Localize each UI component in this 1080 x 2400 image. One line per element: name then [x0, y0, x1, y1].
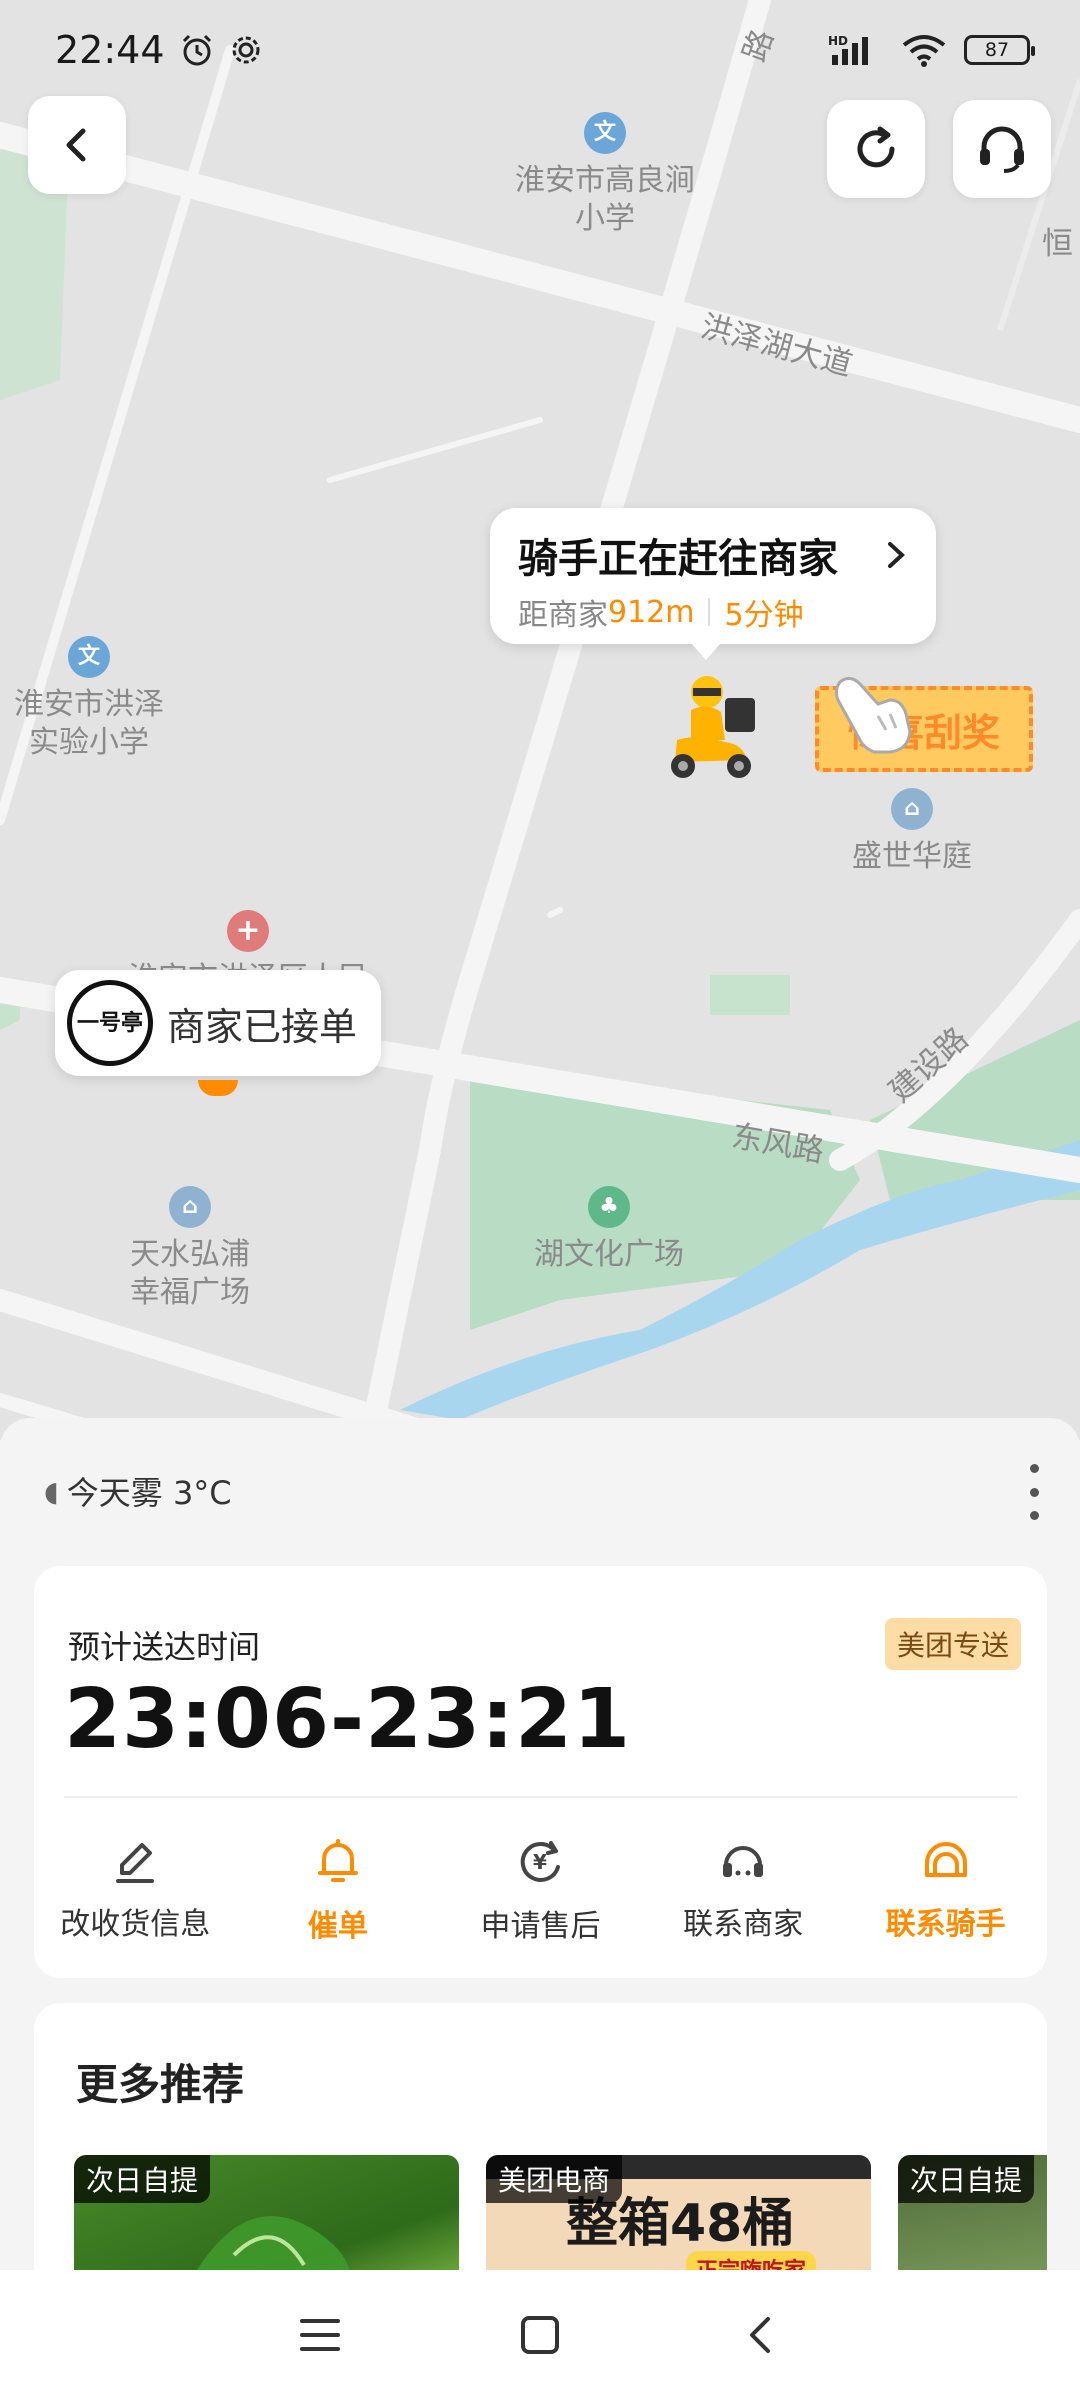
park-icon: ♣: [588, 1186, 630, 1228]
after-sales-button[interactable]: ¥ 申请售后: [439, 1821, 642, 1961]
rider-scooter-icon[interactable]: [655, 670, 765, 794]
recommend-tag: 次日自提: [898, 2155, 1035, 2203]
delivery-map[interactable]: 文 淮安市高良涧 小学 文 淮安市洪泽 实验小学 ⌂ 盛世华庭 + 淮安市洪泽区…: [0, 0, 1080, 1440]
edit-address-button[interactable]: 改收货信息: [34, 1821, 237, 1961]
chevron-left-icon: [66, 128, 86, 162]
rider-helmet-icon: [924, 1842, 967, 1877]
weather-info: ◖ 今天雾 3°C: [44, 1468, 232, 1514]
delivery-card: 预计送达时间 23:06-23:21 美团专送 改收货信息 催单 ¥ 申请售后 …: [34, 1566, 1047, 1978]
customer-service-button[interactable]: [953, 100, 1051, 198]
edit-address-label: 改收货信息: [60, 1907, 211, 1942]
poi-shengshi-huating[interactable]: ⌂ 盛世华庭: [852, 788, 972, 876]
battery-icon: 87: [964, 35, 1035, 65]
poi-school-hongze[interactable]: 文 淮安市洪泽 实验小学: [14, 636, 164, 762]
back-button[interactable]: [28, 96, 126, 194]
refresh-icon: [857, 126, 895, 168]
poi-lake-culture-plaza[interactable]: ♣ 湖文化广场: [534, 1186, 684, 1274]
eta-minutes: 5分钟: [724, 598, 804, 633]
status-time: 22:44: [55, 28, 165, 72]
pointing-hand-icon: [830, 670, 920, 760]
recommend-tag: 次日自提: [74, 2155, 211, 2203]
road-label-heng: 恒: [1042, 226, 1073, 262]
poi-tianshui-plaza[interactable]: ⌂ 天水弘浦 幸福广场: [130, 1186, 250, 1312]
more-options-button[interactable]: [1022, 1464, 1046, 1520]
menu-icon: [300, 2319, 340, 2351]
edit-icon: [116, 1843, 155, 1883]
urge-order-button[interactable]: 催单: [237, 1821, 440, 1961]
menu-button[interactable]: [290, 2305, 350, 2365]
order-actions: 改收货信息 催单 ¥ 申请售后 联系商家 联系骑手: [34, 1821, 1047, 1961]
contact-merchant-button[interactable]: 联系商家: [642, 1821, 845, 1961]
system-navigation-bar: [0, 2270, 1080, 2400]
residence-icon: ⌂: [891, 788, 933, 830]
svg-text:¥: ¥: [534, 1850, 548, 1874]
home-square-icon: [521, 2316, 559, 2354]
signal-icon: HD: [828, 33, 884, 67]
merchant-headset-icon: [723, 1846, 764, 1877]
contact-rider-button[interactable]: 联系骑手: [844, 1821, 1047, 1961]
recommendations-title: 更多推荐: [76, 2060, 245, 2109]
distance-label: 距商家: [518, 598, 608, 633]
merchant-status-text: 商家已接单: [167, 1004, 358, 1049]
home-button[interactable]: [510, 2305, 570, 2365]
urge-order-label: 催单: [307, 1909, 368, 1944]
system-back-button[interactable]: [730, 2305, 790, 2365]
divider: [708, 598, 711, 626]
headset-icon: [980, 126, 1024, 173]
alarm-icon: [179, 32, 215, 68]
weather-icon: ◖: [44, 1474, 59, 1508]
refresh-button[interactable]: [827, 100, 925, 198]
divider: [64, 1796, 1017, 1798]
meituan-delivery-badge: 美团专送: [884, 1618, 1021, 1670]
merchant-logo: 一号亭: [67, 980, 153, 1066]
weather-text: 今天雾 3°C: [66, 1474, 232, 1512]
eta-label: 预计送达时间: [68, 1628, 261, 1666]
bell-icon: [317, 1839, 358, 1882]
rider-status-title: 骑手正在赶往商家: [518, 536, 838, 582]
recommend-tag: 美团电商: [486, 2155, 623, 2203]
residence-icon: ⌂: [169, 1186, 211, 1228]
svg-text:HD: HD: [828, 34, 848, 48]
merchant-status-bubble[interactable]: 一号亭 商家已接单: [55, 970, 381, 1076]
status-bar: 22:44 HD 87: [0, 0, 1080, 100]
after-sales-label: 申请售后: [480, 1909, 601, 1944]
refund-icon: ¥: [521, 1841, 561, 1882]
hospital-icon: +: [227, 910, 269, 952]
school-icon: 文: [584, 112, 626, 154]
rider-status-bubble[interactable]: 骑手正在赶往商家 距商家 912m 5分钟: [490, 508, 936, 660]
eta-time: 23:06-23:21: [64, 1672, 632, 1767]
school-icon: 文: [68, 636, 110, 678]
settings-icon: [229, 33, 263, 67]
distance-value: 912m: [608, 594, 695, 630]
poi-school-gaoliangjian[interactable]: 文 淮安市高良涧 小学: [515, 112, 695, 238]
back-arrow-icon: [750, 2317, 770, 2353]
chevron-right-icon: [888, 542, 905, 568]
wifi-icon: [902, 33, 946, 67]
contact-merchant-label: 联系商家: [683, 1907, 804, 1942]
order-status-sheet: ◖ 今天雾 3°C 预计送达时间 23:06-23:21 美团专送 改收货信息 …: [0, 1418, 1080, 2400]
contact-rider-label: 联系骑手: [885, 1907, 1006, 1942]
